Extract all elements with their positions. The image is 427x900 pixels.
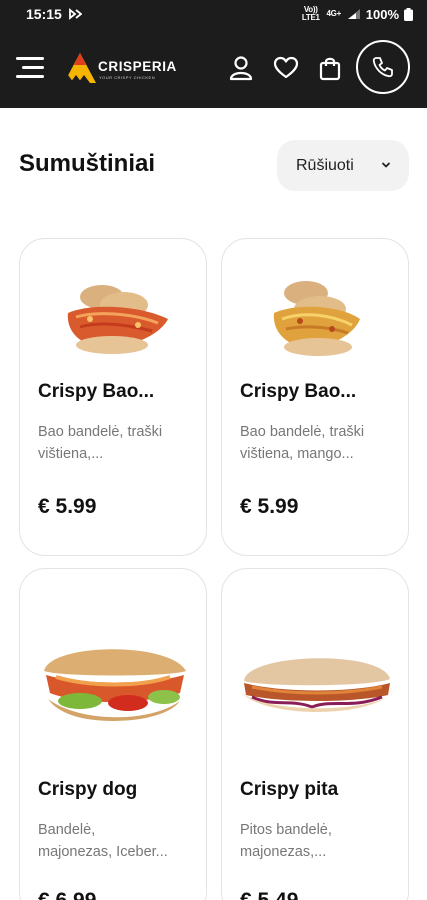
- cast-icon: [68, 8, 82, 20]
- battery-percent: 100%: [365, 6, 399, 22]
- product-card[interactable]: Crispy Bao... Bao bandelė, traški vištie…: [19, 238, 207, 556]
- product-name: Crispy pita: [240, 779, 339, 800]
- product-price: € 5.99: [240, 495, 299, 518]
- battery-icon: [404, 7, 413, 21]
- product-price: € 6.99: [38, 889, 96, 900]
- product-description: Pitos bandelė, majonezas,...: [240, 822, 332, 860]
- brand-tagline: YOUR CRISPY CHICKEN: [99, 75, 156, 80]
- call-button[interactable]: [356, 40, 410, 94]
- signal-icon: [347, 9, 360, 19]
- user-icon[interactable]: [228, 55, 254, 81]
- app-header: CRISPERIA YOUR CRISPY CHICKEN: [0, 28, 427, 108]
- signal-type-badge: 4G+: [326, 9, 342, 18]
- heart-icon[interactable]: [273, 55, 299, 81]
- product-price: € 5.49: [240, 889, 298, 900]
- product-description: Bandelė, majonezas, Iceber...: [38, 822, 168, 860]
- brand-logo[interactable]: CRISPERIA YOUR CRISPY CHICKEN: [62, 50, 182, 86]
- product-card[interactable]: Crispy dog Bandelė, majonezas, Iceber...…: [19, 568, 207, 900]
- sort-button[interactable]: Rūšiuoti: [277, 140, 409, 191]
- product-name: Crispy Bao...: [240, 381, 357, 402]
- product-description: Bao bandelė, traški vištiena, mango...: [240, 424, 365, 462]
- phone-icon: [372, 57, 393, 78]
- network-badge: Vo)) LTE1: [301, 5, 320, 22]
- product-image: [44, 649, 186, 721]
- menu-button[interactable]: [16, 55, 48, 81]
- product-price: € 5.99: [38, 495, 97, 518]
- product-card[interactable]: Crispy Bao... Bao bandelė, traški vištie…: [221, 238, 409, 556]
- product-name: Crispy dog: [38, 779, 138, 800]
- product-name: Crispy Bao...: [38, 381, 155, 402]
- status-time: 15:15: [26, 6, 62, 22]
- chevron-down-icon: [382, 162, 390, 168]
- page-title: Sumuštiniai: [19, 150, 156, 177]
- brand-name: CRISPERIA: [98, 59, 177, 74]
- product-image: [67, 285, 168, 354]
- product-description: Bao bandelė, traški vištiena,...: [38, 424, 163, 462]
- logo-mark-icon: [62, 53, 96, 83]
- sort-label: Rūšiuoti: [296, 156, 354, 174]
- product-image: [273, 281, 360, 356]
- status-bar: 15:15 Vo)) LTE1 4G+ 100%: [0, 0, 427, 28]
- menu-icon: [16, 57, 44, 60]
- product-card[interactable]: Crispy pita Pitos bandelė, majonezas,...…: [221, 568, 409, 900]
- product-image: [240, 658, 394, 712]
- bag-icon[interactable]: [317, 55, 343, 81]
